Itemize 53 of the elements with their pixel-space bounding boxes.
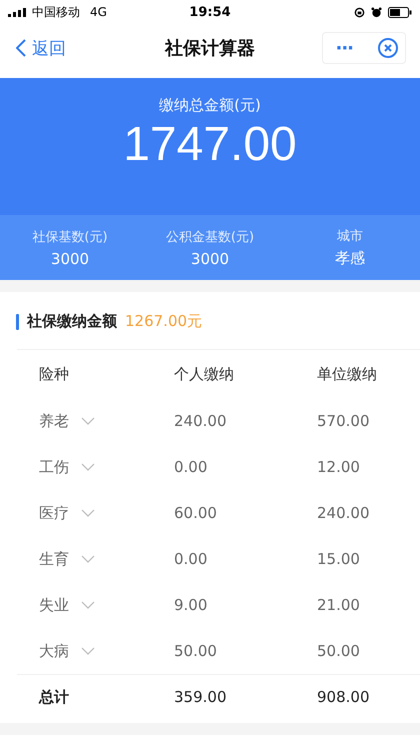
total-amount: 1747.00 bbox=[123, 117, 297, 172]
column-header: 险种 bbox=[39, 364, 70, 384]
accent-bar bbox=[16, 314, 19, 330]
chevron-down-icon[interactable] bbox=[81, 601, 95, 609]
table-cell-text: 570.00 bbox=[317, 412, 370, 430]
insurance-name[interactable]: 大病 bbox=[39, 642, 69, 660]
table-cell-text: 21.00 bbox=[317, 596, 361, 614]
more-button[interactable]: ··· bbox=[335, 38, 353, 58]
table-cell-text: 12.00 bbox=[317, 458, 361, 476]
section-amount: 1267.00元 bbox=[125, 312, 202, 331]
chevron-down-icon[interactable] bbox=[81, 463, 95, 471]
table-cell-text: 50.00 bbox=[317, 642, 361, 660]
summary-label: 缴纳总金额(元) bbox=[159, 96, 261, 115]
table-cell-text: 240.00 bbox=[317, 504, 370, 522]
chevron-down-icon[interactable] bbox=[81, 647, 95, 655]
table-cell-text: 359.00 bbox=[174, 688, 228, 706]
chevron-down-icon[interactable] bbox=[81, 509, 95, 517]
carrier-name: 中国移动 bbox=[32, 4, 80, 20]
table-cell-text: 60.00 bbox=[174, 504, 218, 522]
chevron-left-icon bbox=[16, 39, 26, 57]
clock-time: 19:54 bbox=[189, 4, 231, 20]
stat-label: 城市 bbox=[337, 228, 363, 245]
alarm-icon bbox=[371, 6, 382, 18]
insurance-name[interactable]: 工伤 bbox=[39, 458, 69, 476]
close-icon[interactable] bbox=[377, 37, 399, 59]
total-label: 总计 bbox=[39, 688, 70, 706]
signal-icon bbox=[8, 8, 28, 16]
table-cell-text: 908.00 bbox=[317, 688, 370, 706]
section-title: 社保缴纳金额 bbox=[27, 312, 117, 331]
rotation-lock-icon bbox=[354, 6, 365, 18]
chevron-down-icon[interactable] bbox=[81, 417, 95, 425]
table-cell-text: 0.00 bbox=[174, 550, 208, 568]
back-button[interactable]: 返回 bbox=[16, 36, 66, 60]
table-cell-text: 9.00 bbox=[174, 596, 208, 614]
table-cell-text: 0.00 bbox=[174, 458, 208, 476]
stat-label: 社保基数(元) bbox=[32, 228, 108, 246]
table-cell-text: 50.00 bbox=[174, 642, 218, 660]
network-type: 4G bbox=[90, 5, 107, 19]
insurance-name[interactable]: 生育 bbox=[39, 550, 69, 568]
column-header: 个人缴纳 bbox=[174, 364, 235, 384]
page-title: 社保计算器 bbox=[165, 37, 255, 60]
table-cell-text: 15.00 bbox=[317, 550, 361, 568]
insurance-name[interactable]: 养老 bbox=[39, 412, 69, 430]
stat-value: 3000 bbox=[190, 250, 230, 268]
stat-value: 3000 bbox=[50, 250, 90, 268]
table-cell-text: 240.00 bbox=[174, 412, 228, 430]
insurance-name[interactable]: 医疗 bbox=[39, 504, 69, 522]
chevron-down-icon[interactable] bbox=[81, 555, 95, 563]
stat-value: 孝感 bbox=[335, 249, 365, 268]
stat-label: 公积金基数(元) bbox=[166, 228, 254, 246]
battery-icon bbox=[388, 6, 412, 18]
column-header: 单位缴纳 bbox=[317, 364, 378, 384]
insurance-name[interactable]: 失业 bbox=[39, 596, 69, 614]
